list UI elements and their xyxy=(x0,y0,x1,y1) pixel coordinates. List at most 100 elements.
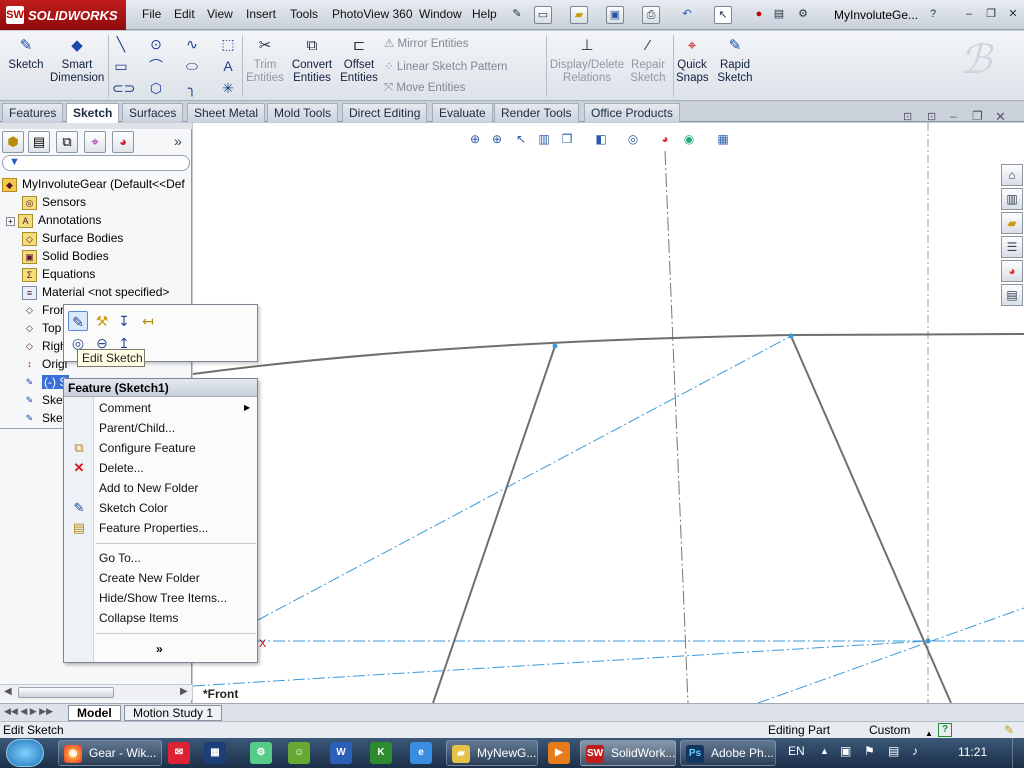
solidworks-logo[interactable]: SW SOLIDWORKS xyxy=(0,0,126,30)
menu-item-hide-show-tree-items[interactable]: Hide/Show Tree Items... xyxy=(99,588,227,608)
action-center-flag-icon[interactable]: ⚑ xyxy=(864,744,875,758)
design-library-icon[interactable]: ▥ xyxy=(1001,188,1023,210)
doc-restore-icon[interactable]: ❐ xyxy=(972,109,983,123)
menu-view[interactable]: View xyxy=(207,7,233,21)
taskbar-folder[interactable]: ▰ MyNewG... xyxy=(446,740,538,766)
tab-motion-study[interactable]: Motion Study 1 xyxy=(124,705,223,721)
display-delete-relations-button[interactable]: ⊥ Display/Delete Relations xyxy=(550,35,624,85)
line-icon[interactable]: ╲ xyxy=(112,35,130,53)
minimize-icon[interactable]: – xyxy=(960,6,978,24)
media-player-icon[interactable]: ▶ xyxy=(548,742,570,764)
scroll-thumb[interactable] xyxy=(18,687,114,698)
expand-panel-icon[interactable]: » xyxy=(174,133,182,149)
property-manager-tab-icon[interactable]: ▤ xyxy=(28,131,50,153)
linear-pattern-button[interactable]: ⁘ Linear Sketch Pattern xyxy=(384,59,507,73)
menu-insert[interactable]: Insert xyxy=(246,7,276,21)
word-icon[interactable]: W xyxy=(330,742,352,764)
taskbar-solidworks[interactable]: SW SolidWork... xyxy=(580,740,676,766)
status-tag-icon[interactable]: ✎ xyxy=(1004,722,1014,738)
rollback-icon[interactable]: ↧ xyxy=(114,311,134,331)
scroll-left-icon[interactable]: ◀ xyxy=(4,686,12,697)
restore-icon[interactable]: ❐ xyxy=(982,6,1000,24)
dimxpert-tab-icon[interactable]: ⌖ xyxy=(84,131,106,153)
options-icon[interactable]: ⚙ xyxy=(794,6,812,24)
viewport-split-icon[interactable]: ⊡ xyxy=(903,110,912,123)
expand-menu-icon[interactable]: » xyxy=(156,642,163,656)
zoom-to-fit-icon[interactable]: ⊕ xyxy=(466,130,484,148)
view-palette-icon[interactable]: ☰ xyxy=(1001,236,1023,258)
tray-app-icon[interactable]: ▣ xyxy=(840,744,851,758)
tree-item-solid-bodies[interactable]: ▣ Solid Bodies xyxy=(22,247,109,265)
select-icon[interactable]: ↖ xyxy=(714,6,732,24)
tree-root-part[interactable]: ◆ MyInvoluteGear (Default<<Def xyxy=(2,175,185,193)
go-to-parent-icon[interactable]: ↤ xyxy=(138,311,158,331)
hide-show-icon[interactable]: ◎ xyxy=(624,130,642,148)
tab-surfaces[interactable]: Surfaces xyxy=(122,103,184,122)
tree-item-sensors[interactable]: ◎ Sensors xyxy=(22,193,86,211)
text-icon[interactable]: A xyxy=(219,57,237,75)
gmail-icon[interactable]: ✉ xyxy=(168,742,190,764)
tab-office-products[interactable]: Office Products xyxy=(584,103,680,122)
appearance-icon[interactable]: ◕ xyxy=(656,130,674,148)
doc-minimize-icon[interactable]: – xyxy=(950,109,957,123)
menu-item-collapse-items[interactable]: Collapse Items xyxy=(99,608,178,628)
rapid-sketch-button[interactable]: ✎ Rapid Sketch xyxy=(716,35,754,85)
expand-plus-icon[interactable]: + xyxy=(6,217,15,226)
tab-model[interactable]: Model xyxy=(68,705,121,721)
menu-tools[interactable]: Tools xyxy=(290,7,318,21)
close-icon[interactable]: ✕ xyxy=(1004,6,1022,24)
edit-sketch-icon[interactable]: ✎ xyxy=(68,311,88,331)
tree-horizontal-scrollbar[interactable]: ◀ ▶ xyxy=(0,684,192,700)
repair-sketch-button[interactable]: ⁄ Repair Sketch xyxy=(626,35,670,85)
taskbar-photoshop[interactable]: Ps Adobe Ph... xyxy=(680,740,776,766)
smart-dimension-button[interactable]: ◆ Smart Dimension xyxy=(50,35,104,85)
feature-manager-tab-icon[interactable]: ⬢ xyxy=(2,131,24,153)
scene-icon[interactable]: ◉ xyxy=(680,130,698,148)
tree-item-front-plane[interactable]: ◇ Fron xyxy=(22,301,67,319)
view-orientation-icon[interactable]: ❒ xyxy=(558,130,576,148)
tree-item-sketch3[interactable]: ✎ Sket xyxy=(22,409,66,427)
help-question-icon[interactable]: ? xyxy=(924,6,942,24)
network-icon[interactable]: ▤ xyxy=(888,744,899,758)
tree-item-material[interactable]: ≡ Material <not specified> xyxy=(22,283,169,301)
app-icon-3[interactable]: K xyxy=(370,742,392,764)
display-manager-tab-icon[interactable]: ◕ xyxy=(112,131,134,153)
offset-entities-button[interactable]: ⊏ Offset Entities xyxy=(338,35,380,85)
construction-geometry-icon[interactable]: ⬚ xyxy=(219,35,237,53)
tree-item-right-plane[interactable]: ◇ Righ xyxy=(22,337,67,355)
tab-render-tools[interactable]: Render Tools xyxy=(494,103,579,122)
rectangle-icon[interactable]: ▭ xyxy=(112,57,130,75)
save-icon[interactable]: ▣ xyxy=(606,6,624,24)
tree-item-surface-bodies[interactable]: ◇ Surface Bodies xyxy=(22,229,123,247)
menu-photoview[interactable]: PhotoView 360 xyxy=(332,7,413,21)
ellipse-icon[interactable]: ⬭ xyxy=(183,57,201,75)
file-properties-icon[interactable]: ▤ xyxy=(770,6,788,24)
fillet-icon[interactable]: ╮ xyxy=(183,79,201,97)
convert-entities-button[interactable]: ⧉ Convert Entities xyxy=(288,35,336,85)
tab-sheet-metal[interactable]: Sheet Metal xyxy=(187,103,266,122)
zoom-area-icon[interactable]: ⊕ xyxy=(488,130,506,148)
tree-item-equations[interactable]: Σ Equations xyxy=(22,265,95,283)
circle-icon[interactable]: ⊙ xyxy=(147,35,165,53)
new-document-icon[interactable]: ▭ xyxy=(534,6,552,24)
doc-close-icon[interactable]: ✕ xyxy=(995,109,1006,125)
spline-icon[interactable]: ∿ xyxy=(183,35,201,53)
menu-edit[interactable]: Edit xyxy=(174,7,195,21)
menu-item-add-to-new-folder[interactable]: Add to New Folder xyxy=(99,478,198,498)
move-entities-button[interactable]: ⤧ Move Entities xyxy=(384,82,465,95)
arc-icon[interactable]: ⌒ xyxy=(147,57,165,75)
rebuild-icon[interactable]: ● xyxy=(750,6,768,24)
tab-evaluate[interactable]: Evaluate xyxy=(432,103,493,122)
menu-item-parent-child[interactable]: Parent/Child... xyxy=(99,418,175,438)
menu-item-sketch-color[interactable]: Sketch Color xyxy=(99,498,168,518)
file-explorer-icon[interactable]: ▰ xyxy=(1001,212,1023,234)
taskbar-chrome[interactable]: ◉ Gear - Wik... xyxy=(58,740,162,766)
app-icon-2[interactable]: ☺ xyxy=(288,742,310,764)
menu-item-comment[interactable]: Comment xyxy=(99,398,151,418)
tab-sketch[interactable]: Sketch xyxy=(66,103,120,123)
mirror-entities-button[interactable]: ⚠ Mirror Entities xyxy=(384,36,468,50)
language-indicator[interactable]: EN xyxy=(788,744,805,758)
configuration-manager-tab-icon[interactable]: ⧉ xyxy=(56,131,78,153)
print-icon[interactable]: ⎙ xyxy=(642,6,660,24)
tab-mold-tools[interactable]: Mold Tools xyxy=(267,103,339,122)
